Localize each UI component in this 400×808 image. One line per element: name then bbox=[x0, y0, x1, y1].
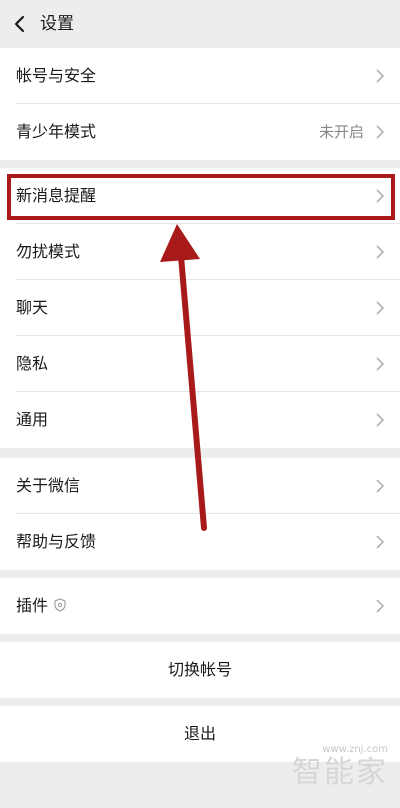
watermark: www.znj.com 智能家 bbox=[292, 744, 388, 790]
chevron-right-icon bbox=[376, 301, 384, 315]
settings-item-label: 通用 bbox=[16, 410, 49, 429]
settings-group-account: 帐号与安全 青少年模式 未开启 bbox=[0, 48, 400, 160]
watermark-logo: 智能家 bbox=[292, 755, 388, 790]
settings-group-notify: 新消息提醒 勿扰模式 聊天 隐私 通用 bbox=[0, 168, 400, 448]
settings-item-label: 勿扰模式 bbox=[16, 242, 81, 261]
settings-item-label: 新消息提醒 bbox=[16, 186, 97, 205]
chevron-right-icon bbox=[376, 125, 384, 139]
shield-icon bbox=[54, 598, 66, 612]
settings-item-about-wechat[interactable]: 关于微信 bbox=[0, 458, 400, 514]
settings-item-new-message-alerts[interactable]: 新消息提醒 bbox=[0, 168, 400, 224]
chevron-right-icon bbox=[376, 535, 384, 549]
page-title: 设置 bbox=[40, 14, 74, 34]
chevron-right-icon bbox=[376, 245, 384, 259]
settings-item-privacy[interactable]: 隐私 bbox=[0, 336, 400, 392]
switch-account-button[interactable]: 切换帐号 bbox=[0, 642, 400, 698]
settings-item-label: 帮助与反馈 bbox=[16, 532, 97, 551]
teen-mode-status: 未开启 bbox=[318, 123, 364, 141]
settings-item-label: 聊天 bbox=[16, 298, 49, 317]
chevron-right-icon bbox=[376, 69, 384, 83]
nav-bar: 设置 bbox=[0, 0, 400, 48]
settings-item-label: 关于微信 bbox=[16, 476, 81, 495]
settings-item-account-security[interactable]: 帐号与安全 bbox=[0, 48, 400, 104]
settings-item-chat[interactable]: 聊天 bbox=[0, 280, 400, 336]
chevron-left-icon[interactable] bbox=[12, 14, 30, 34]
chevron-right-icon bbox=[376, 599, 384, 613]
settings-item-label: 隐私 bbox=[16, 354, 49, 373]
settings-item-plugins[interactable]: 插件 bbox=[0, 578, 400, 634]
chevron-right-icon bbox=[376, 189, 384, 203]
logout-label: 退出 bbox=[183, 724, 216, 743]
chevron-right-icon bbox=[376, 413, 384, 427]
settings-item-do-not-disturb[interactable]: 勿扰模式 bbox=[0, 224, 400, 280]
settings-item-label: 帐号与安全 bbox=[16, 66, 97, 85]
settings-group-about: 关于微信 帮助与反馈 bbox=[0, 458, 400, 570]
switch-account-label: 切换帐号 bbox=[167, 660, 232, 679]
settings-item-label: 青少年模式 bbox=[16, 122, 97, 141]
chevron-right-icon bbox=[376, 357, 384, 371]
settings-group-plugins: 插件 bbox=[0, 578, 400, 634]
chevron-right-icon bbox=[376, 479, 384, 493]
settings-item-general[interactable]: 通用 bbox=[0, 392, 400, 448]
settings-item-label: 插件 bbox=[16, 596, 49, 615]
settings-item-help-feedback[interactable]: 帮助与反馈 bbox=[0, 514, 400, 570]
settings-item-teen-mode[interactable]: 青少年模式 未开启 bbox=[0, 104, 400, 160]
